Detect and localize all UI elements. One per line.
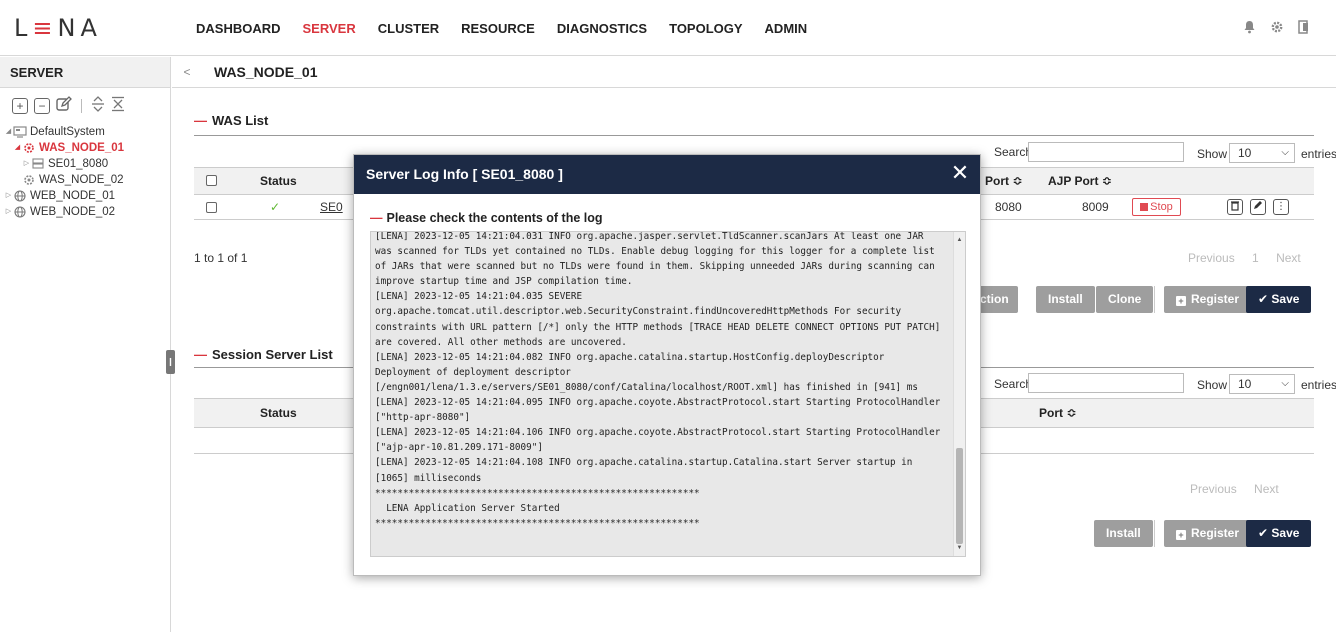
close-icon[interactable]: ✕: [950, 162, 970, 185]
scroll-down-icon[interactable]: ▼: [954, 542, 965, 554]
scroll-up-icon[interactable]: ▲: [954, 234, 965, 246]
log-content: [LENA] 2023-12-05 14:21:04.031 INFO org.…: [375, 231, 941, 529]
modal-header: Server Log Info [ SE01_8080 ] ✕: [354, 155, 980, 194]
modal-subtitle: — Please check the contents of the log: [370, 211, 603, 225]
log-textarea[interactable]: [LENA] 2023-12-05 14:21:04.031 INFO org.…: [370, 231, 966, 557]
modal-title: Server Log Info [ SE01_8080 ]: [366, 166, 563, 182]
log-scrollbar[interactable]: ▲ ▼: [953, 232, 965, 556]
server-log-modal: Server Log Info [ SE01_8080 ] ✕ — Please …: [353, 154, 981, 576]
scroll-thumb[interactable]: [956, 448, 963, 544]
